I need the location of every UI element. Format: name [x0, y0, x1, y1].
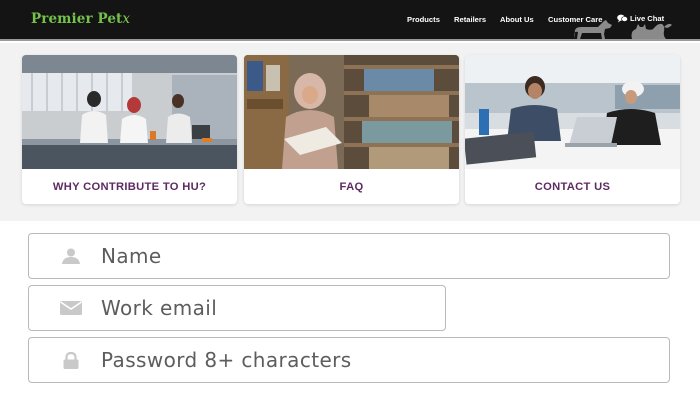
logo-flourish: x — [122, 11, 131, 27]
password-field[interactable] — [28, 337, 670, 383]
name-field[interactable] — [28, 233, 670, 279]
nav-products[interactable]: Products — [407, 15, 440, 24]
person-icon — [58, 248, 84, 264]
nav-retailers[interactable]: Retailers — [454, 15, 486, 24]
lab-researchers-photo — [22, 55, 237, 169]
card-title: FAQ — [339, 180, 364, 193]
work-email-input[interactable] — [101, 296, 434, 320]
students-laptops-photo — [465, 55, 680, 169]
card-title: CONTACT US — [534, 180, 611, 193]
password-input[interactable] — [101, 348, 613, 372]
work-email-field[interactable] — [28, 285, 446, 331]
library-student-photo — [244, 55, 459, 169]
logo-text: Premier Pet — [31, 11, 123, 27]
card-why-contribute[interactable]: WHY CONTRIBUTE TO HU? — [22, 55, 237, 204]
name-input[interactable] — [101, 244, 613, 268]
card-faq[interactable]: FAQ — [244, 55, 459, 204]
envelope-icon — [58, 300, 84, 316]
brand-logo[interactable]: Premier Petx — [31, 11, 130, 27]
lock-icon — [58, 351, 84, 369]
nav-about-us[interactable]: About Us — [500, 15, 534, 24]
card-contact-us[interactable]: CONTACT US — [465, 55, 680, 204]
cat-and-dog-silhouettes-icon — [574, 20, 672, 39]
card-title: WHY CONTRIBUTE TO HU? — [52, 180, 207, 193]
top-navigation-bar: Premier Petx Products Retailers About Us… — [0, 0, 700, 41]
